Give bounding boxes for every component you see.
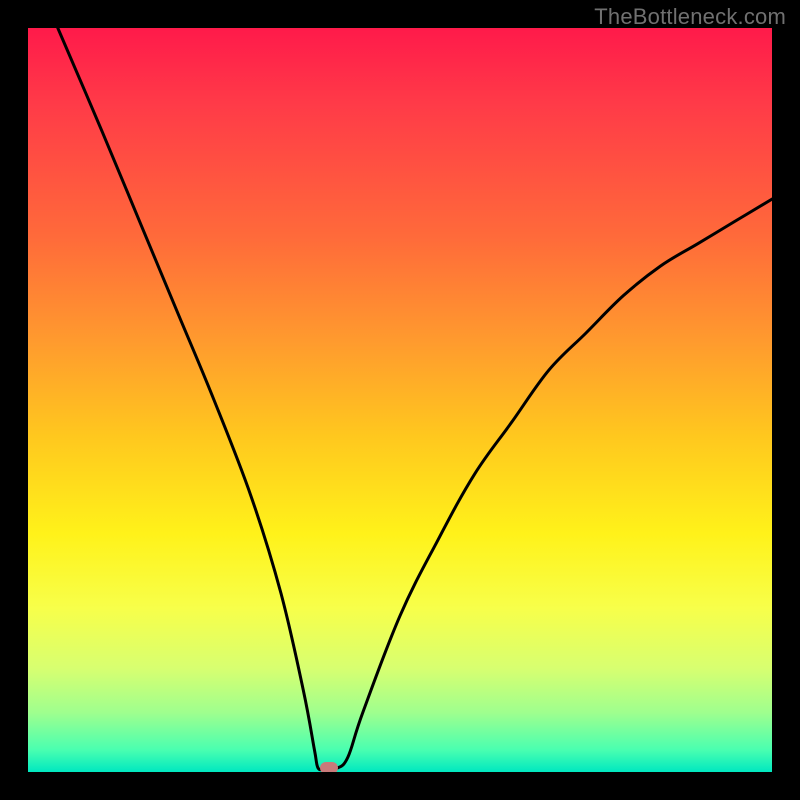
- curve-layer: [28, 28, 772, 772]
- plot-area: [28, 28, 772, 772]
- optimum-marker: [320, 762, 338, 772]
- chart-frame: TheBottleneck.com: [0, 0, 800, 800]
- watermark-text: TheBottleneck.com: [594, 4, 786, 30]
- bottleneck-curve: [58, 28, 772, 770]
